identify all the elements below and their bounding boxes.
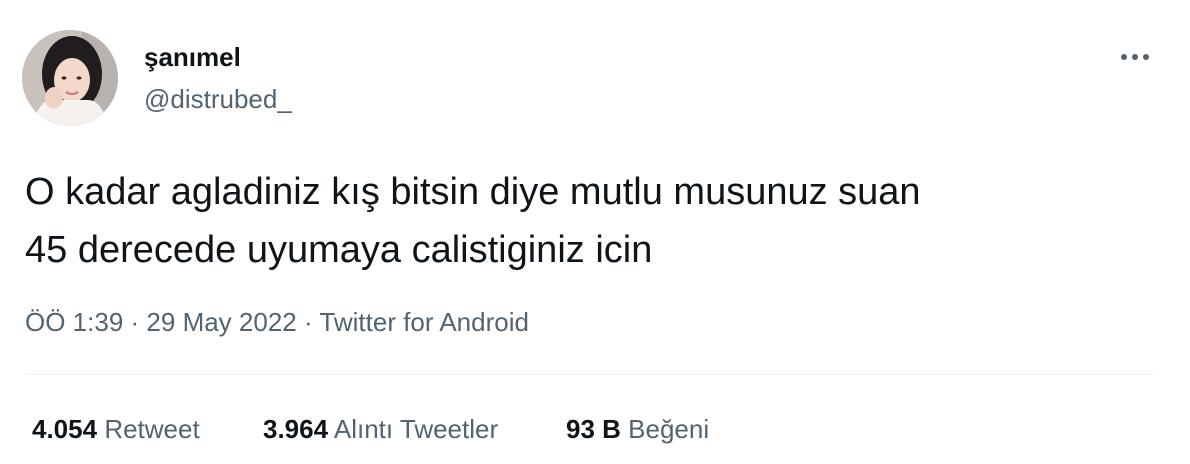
like-label: Beğeni — [628, 414, 710, 444]
divider — [25, 374, 1155, 375]
likes-stat[interactable]: 93 B Beğeni — [566, 412, 709, 446]
tweet-source[interactable]: Twitter for Android — [319, 307, 529, 337]
meta-separator: · — [303, 307, 313, 337]
more-horizontal-icon[interactable] — [1116, 48, 1156, 66]
retweet-label: Retweet — [104, 414, 200, 444]
tweet-text: O kadar agladiniz kış bitsin diye mutlu … — [25, 163, 1145, 279]
tweet-card: şanımel @distrubed_ O kadar agladiniz kı… — [0, 0, 1190, 464]
tweet-meta: ÖÖ 1:39 · 29 May 2022 · Twitter for Andr… — [25, 305, 529, 339]
quotes-stat[interactable]: 3.964 Alıntı Tweetler — [263, 412, 498, 446]
quote-count: 3.964 — [263, 414, 329, 444]
tweet-text-line: O kadar agladiniz kış bitsin diye mutlu … — [25, 171, 921, 213]
like-count: 93 B — [566, 414, 621, 444]
author-handle[interactable]: @distrubed_ — [144, 84, 292, 114]
tweet-time[interactable]: ÖÖ 1:39 — [25, 307, 123, 337]
retweets-stat[interactable]: 4.054 Retweet — [32, 412, 200, 446]
retweet-count: 4.054 — [32, 414, 98, 444]
avatar[interactable] — [22, 30, 118, 126]
tweet-date[interactable]: 29 May 2022 — [146, 307, 296, 337]
author-display-name[interactable]: şanımel — [144, 42, 241, 72]
meta-separator: · — [130, 307, 140, 337]
tweet-text-line: 45 derecede uyumaya calistiginiz icin — [25, 229, 653, 271]
quote-label: Alıntı Tweetler — [333, 414, 499, 444]
